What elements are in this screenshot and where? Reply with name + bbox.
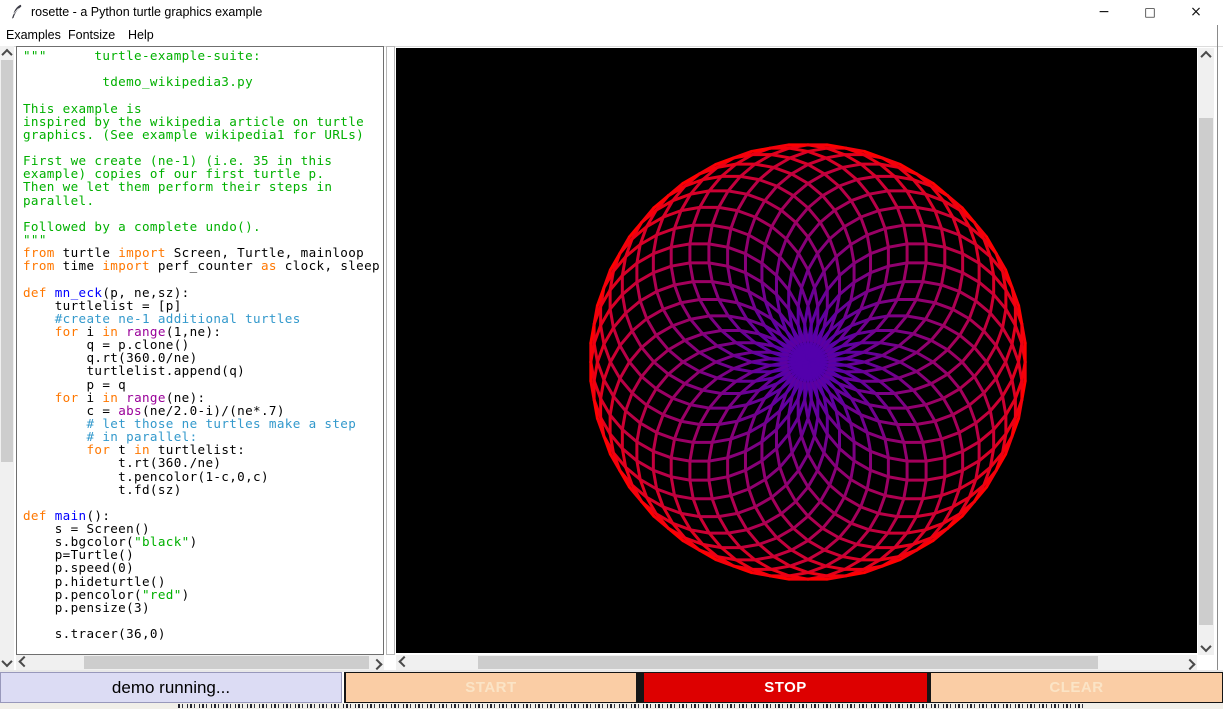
code-pane-right-scrollbar[interactable] xyxy=(386,46,395,655)
menu-help[interactable]: Help xyxy=(128,28,154,42)
canvas-vscroll-thumb[interactable] xyxy=(1199,118,1213,625)
code-text: """ turtle-example-suite: tdemo_wikipedi… xyxy=(17,47,383,655)
clear-button[interactable]: CLEAR xyxy=(931,673,1222,702)
code-horizontal-scrollbar[interactable] xyxy=(16,655,384,670)
window-title: rosette - a Python turtle graphics examp… xyxy=(31,5,262,19)
close-icon[interactable]: × xyxy=(1173,0,1219,25)
scroll-left-icon[interactable] xyxy=(396,655,411,670)
scroll-down-icon[interactable] xyxy=(1198,641,1214,655)
scroll-up-icon[interactable] xyxy=(0,46,14,60)
scroll-right-icon[interactable] xyxy=(369,655,384,670)
code-pane[interactable]: """ turtle-example-suite: tdemo_wikipedi… xyxy=(16,46,384,655)
scroll-left-icon[interactable] xyxy=(16,655,31,670)
code-vertical-scrollbar[interactable] xyxy=(0,46,14,670)
minimize-icon[interactable]: − xyxy=(1081,0,1127,25)
menu-examples[interactable]: Examples xyxy=(6,28,61,42)
title-bar: rosette - a Python turtle graphics examp… xyxy=(0,0,1223,25)
turtledemo-feather-icon xyxy=(9,4,25,20)
clipped-background-text xyxy=(178,704,1083,708)
turtle-graphics-canvas xyxy=(396,48,1197,653)
canvas-horizontal-scrollbar[interactable] xyxy=(396,655,1197,670)
start-button[interactable]: START xyxy=(346,673,636,702)
scroll-right-icon[interactable] xyxy=(1182,655,1197,670)
stop-button[interactable]: STOP xyxy=(644,673,927,702)
scroll-down-icon[interactable] xyxy=(0,656,14,670)
canvas-hscroll-thumb[interactable] xyxy=(478,656,1098,669)
scroll-up-icon[interactable] xyxy=(1198,48,1214,62)
rosette-drawing xyxy=(396,48,1197,653)
canvas-vertical-scrollbar[interactable] xyxy=(1198,48,1214,655)
menu-bar: Examples Fontsize Help xyxy=(0,25,1223,47)
window-right-border xyxy=(1217,25,1218,671)
code-vscroll-thumb[interactable] xyxy=(1,60,13,462)
status-badge: demo running... xyxy=(0,672,342,703)
clipped-bottom-edge xyxy=(0,703,1223,709)
bottom-bar: demo running... START STOP CLEAR xyxy=(0,672,1223,703)
code-hscroll-thumb[interactable] xyxy=(84,656,369,669)
maximize-icon[interactable]: □ xyxy=(1127,0,1173,25)
menu-fontsize[interactable]: Fontsize xyxy=(68,28,115,42)
